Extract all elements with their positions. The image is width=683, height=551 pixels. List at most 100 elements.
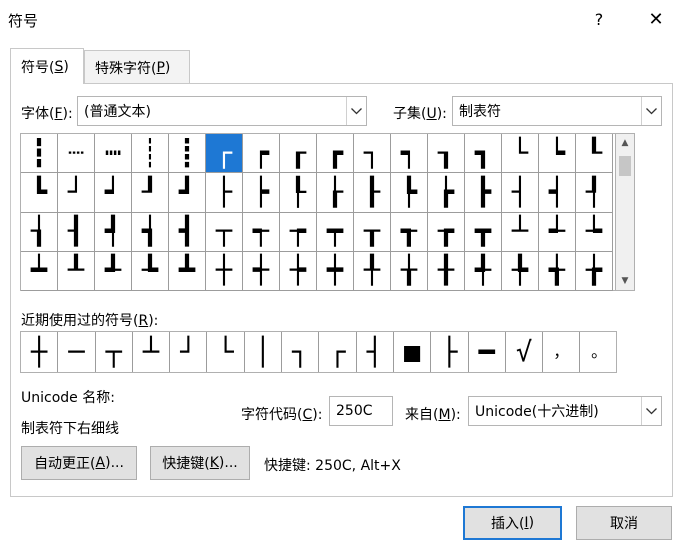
recent-symbol-cell[interactable]: └ <box>207 332 245 372</box>
unicode-name-label: Unicode 名称: <box>21 390 115 406</box>
shortcut-info: 快捷键: 250C, Alt+X <box>264 458 401 474</box>
recent-symbol-cell[interactable]: ┘ <box>170 332 208 372</box>
symbol-cell[interactable]: ┖ <box>576 134 613 174</box>
symbol-cell[interactable]: ┻ <box>169 251 206 291</box>
recent-symbol-cell[interactable]: ━ <box>469 332 506 372</box>
symbol-cell[interactable]: ┑ <box>391 134 428 174</box>
symbol-cell[interactable]: ┲ <box>428 212 465 252</box>
symbol-cell[interactable]: ┰ <box>354 212 391 252</box>
cancel-button[interactable]: 取消 <box>576 506 672 540</box>
symbol-cell[interactable]: ┼ <box>206 251 243 291</box>
recent-symbol-cell[interactable]: √ <box>506 332 544 372</box>
symbol-cell[interactable]: ╀ <box>354 251 391 291</box>
symbol-cell[interactable]: ┐ <box>354 134 391 174</box>
recent-symbol-cell[interactable]: ， <box>543 332 581 372</box>
symbol-cell[interactable]: ┌ <box>206 134 243 174</box>
symbol-grid-scrollbar[interactable]: ▲ ▼ <box>616 133 635 291</box>
symbol-cell[interactable]: └ <box>502 134 539 174</box>
symbol-cell[interactable]: ┕ <box>539 134 576 174</box>
insert-button[interactable]: 插入(I) <box>463 506 562 540</box>
scroll-down-icon[interactable]: ▼ <box>616 272 634 290</box>
symbol-cell[interactable]: ┯ <box>317 212 354 252</box>
char-code-input[interactable]: 250C <box>329 396 393 426</box>
symbol-cell[interactable]: ┫ <box>169 212 206 252</box>
symbol-cell[interactable]: ┞ <box>280 173 317 213</box>
symbol-cell[interactable]: ┘ <box>58 173 95 213</box>
symbol-cell[interactable]: ┦ <box>576 173 613 213</box>
symbol-cell[interactable]: ┮ <box>280 212 317 252</box>
recent-symbol-cell[interactable]: ─ <box>58 332 96 372</box>
symbol-cell[interactable]: ┪ <box>132 212 169 252</box>
symbol-cell[interactable]: ╆ <box>576 251 613 291</box>
symbol-cell[interactable]: ┡ <box>391 173 428 213</box>
help-button[interactable]: ? <box>575 0 623 38</box>
symbol-cell[interactable]: ┏ <box>317 134 354 174</box>
recent-symbol-cell[interactable]: 。 <box>580 332 617 372</box>
symbol-cell[interactable]: ┛ <box>169 173 206 213</box>
symbol-cell[interactable]: ┵ <box>539 212 576 252</box>
symbol-cell[interactable]: ┸ <box>58 251 95 291</box>
scroll-up-icon[interactable]: ▲ <box>616 134 634 152</box>
recent-symbol-cell[interactable]: ┼ <box>21 332 59 372</box>
symbol-cell[interactable]: ╃ <box>465 251 502 291</box>
symbol-cell[interactable]: ┊ <box>132 134 169 174</box>
symbol-cell[interactable]: ┹ <box>95 251 132 291</box>
symbol-cell[interactable]: ┚ <box>132 173 169 213</box>
symbol-cell[interactable]: ┋ <box>169 134 206 174</box>
font-select[interactable]: (普通文本) <box>77 96 367 126</box>
subset-select[interactable]: 制表符 <box>452 96 662 126</box>
symbol-cell[interactable]: ┽ <box>243 251 280 291</box>
recent-symbol-cell[interactable]: ┐ <box>282 332 320 372</box>
close-button[interactable]: ✕ <box>632 0 680 38</box>
symbol-cell[interactable]: ├ <box>206 173 243 213</box>
symbol-cell[interactable]: ┺ <box>132 251 169 291</box>
symbol-cell[interactable]: ┇ <box>21 134 58 174</box>
symbol-cell[interactable]: ┬ <box>206 212 243 252</box>
symbol-cell[interactable]: ┗ <box>21 173 58 213</box>
symbol-cell[interactable]: ┣ <box>465 173 502 213</box>
symbol-cell[interactable]: ╅ <box>539 251 576 291</box>
recent-symbol-cell[interactable]: ┤ <box>357 332 394 372</box>
symbol-cell[interactable]: ┢ <box>428 173 465 213</box>
symbol-cell[interactable]: ┟ <box>317 173 354 213</box>
symbol-cell[interactable]: ┙ <box>95 173 132 213</box>
symbol-cell[interactable]: ┠ <box>354 173 391 213</box>
recent-symbol-cell[interactable]: ┬ <box>96 332 133 372</box>
symbol-cell[interactable]: ┾ <box>280 251 317 291</box>
symbol-cell[interactable]: ┍ <box>243 134 280 174</box>
recent-symbol-cell[interactable]: │ <box>245 332 283 372</box>
symbol-cell[interactable]: ┧ <box>21 212 58 252</box>
symbol-cell[interactable]: ╄ <box>502 251 539 291</box>
symbol-cell[interactable]: ┳ <box>465 212 502 252</box>
recent-symbols-label: 近期使用过的符号(R): <box>21 313 159 329</box>
tab-special-characters[interactable]: 特殊字符(P) <box>84 50 190 84</box>
symbol-cell[interactable]: ┥ <box>539 173 576 213</box>
symbol-cell[interactable]: ┉ <box>95 134 132 174</box>
recent-symbol-cell[interactable]: ┌ <box>319 332 357 372</box>
tab-symbol[interactable]: 符号(S) <box>10 48 84 84</box>
symbol-cell[interactable]: ┨ <box>58 212 95 252</box>
autocorrect-button[interactable]: 自动更正(A)... <box>21 446 137 480</box>
char-code-label: 字符代码(C): <box>241 407 323 423</box>
symbol-cell[interactable]: ┷ <box>21 251 58 291</box>
symbol-cell[interactable]: ╂ <box>428 251 465 291</box>
recent-symbol-cell[interactable]: ■ <box>394 332 432 372</box>
symbol-cell[interactable]: ┈ <box>58 134 95 174</box>
symbol-cell[interactable]: ┱ <box>391 212 428 252</box>
symbol-cell[interactable]: ┿ <box>317 251 354 291</box>
scroll-thumb[interactable] <box>619 156 631 176</box>
shortcut-key-button[interactable]: 快捷键(K)... <box>150 446 250 480</box>
symbol-cell[interactable]: ╁ <box>391 251 428 291</box>
recent-symbol-cell[interactable]: ├ <box>431 332 469 372</box>
symbol-cell[interactable]: ┶ <box>576 212 613 252</box>
from-select[interactable]: Unicode(十六进制) <box>468 396 662 426</box>
symbol-cell[interactable]: ┩ <box>95 212 132 252</box>
symbol-cell[interactable]: ┎ <box>280 134 317 174</box>
symbol-cell[interactable]: ┴ <box>502 212 539 252</box>
symbol-cell[interactable]: ┓ <box>465 134 502 174</box>
recent-symbol-cell[interactable]: ┴ <box>133 332 171 372</box>
symbol-cell[interactable]: ┒ <box>428 134 465 174</box>
symbol-cell[interactable]: ┝ <box>243 173 280 213</box>
symbol-cell[interactable]: ┤ <box>502 173 539 213</box>
symbol-cell[interactable]: ┭ <box>243 212 280 252</box>
